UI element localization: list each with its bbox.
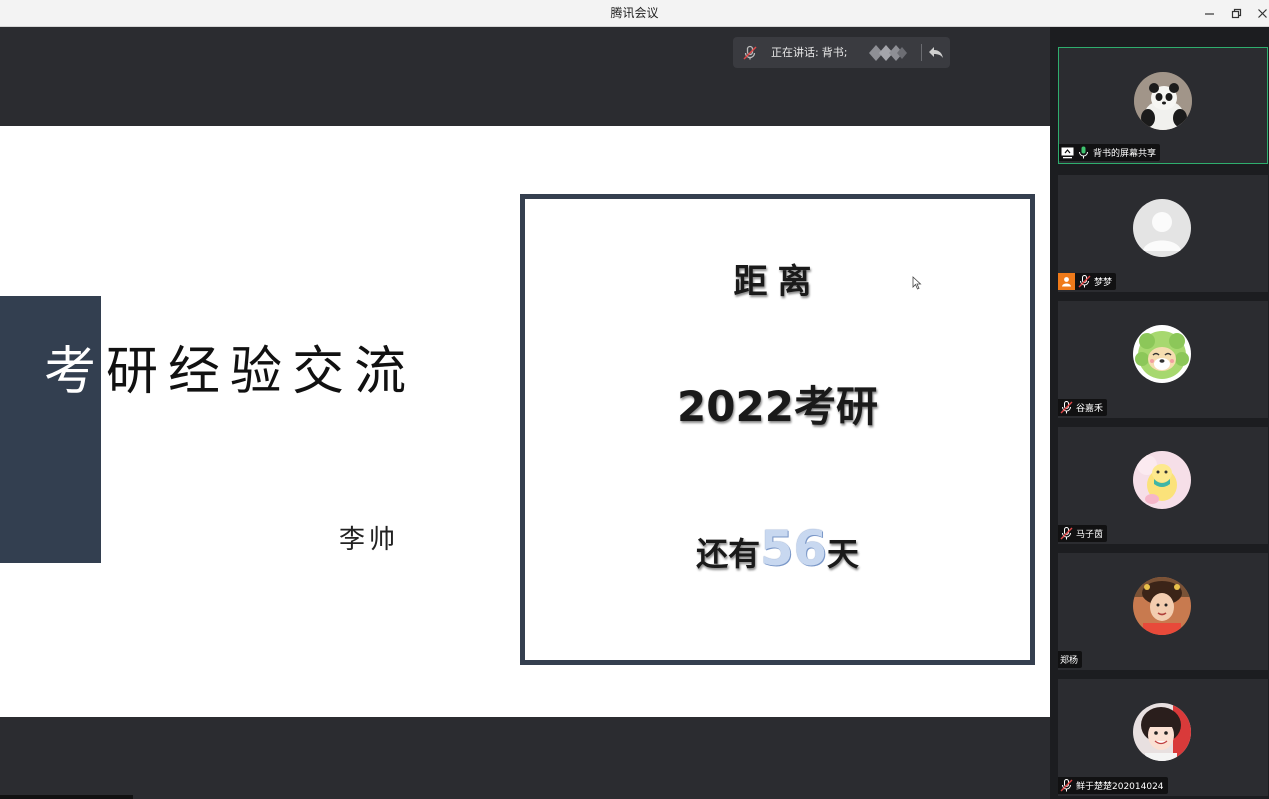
title-bar: 腾讯会议 bbox=[0, 0, 1269, 27]
participant-tile[interactable]: 马子茵 bbox=[1058, 427, 1268, 544]
participant-nametag: 马子茵 bbox=[1058, 525, 1108, 542]
slide-title: 考研经验交流 bbox=[44, 341, 464, 403]
avatar bbox=[1133, 325, 1191, 383]
avatar bbox=[1133, 451, 1191, 509]
cabbage-dog-avatar-icon bbox=[1133, 325, 1191, 383]
participant-nametag: 背书的屏幕共享 bbox=[1059, 144, 1161, 161]
countdown-heading: 距离 bbox=[733, 262, 822, 302]
participant-name: 鲜于楚楚202014024 bbox=[1076, 782, 1164, 792]
participant-tile[interactable]: 梦梦 bbox=[1058, 175, 1268, 292]
participant-name: 梦梦 bbox=[1094, 278, 1113, 288]
muted-mic-icon bbox=[743, 45, 757, 60]
avatar bbox=[1133, 577, 1191, 635]
mic-muted-icon bbox=[1060, 779, 1073, 792]
countdown-days: 还有56天 bbox=[525, 521, 1030, 577]
title-char: 研 bbox=[106, 342, 169, 402]
close-icon bbox=[1257, 9, 1267, 18]
participant-name: 背书的屏幕共享 bbox=[1093, 149, 1157, 159]
meeting-window: 腾讯会议 正在讲话: 背书; 考研经验交流 李帅 距离 2022考研 还有56天… bbox=[0, 0, 1269, 799]
title-char: 交 bbox=[292, 342, 355, 402]
mic-muted-icon bbox=[1060, 401, 1073, 414]
avatar bbox=[1134, 72, 1192, 130]
restore-icon bbox=[1231, 8, 1241, 19]
speaking-indicator: 正在讲话: 背书; bbox=[733, 37, 950, 68]
minimize-icon bbox=[1204, 13, 1214, 15]
participant-name: 马子茵 bbox=[1076, 530, 1104, 540]
participant-list: 背书的屏幕共享 梦梦 谷嘉禾 马子茵 郑杨 鲜于楚楚202014024 bbox=[1050, 27, 1269, 799]
participant-name: 谷嘉禾 bbox=[1076, 404, 1104, 414]
avatar bbox=[1133, 703, 1191, 761]
bottom-strip bbox=[0, 795, 133, 799]
close-button[interactable] bbox=[1249, 0, 1269, 27]
title-char: 流 bbox=[354, 342, 417, 402]
title-char: 验 bbox=[230, 342, 293, 402]
participant-tile[interactable]: 郑杨 bbox=[1058, 553, 1268, 670]
speaker-name: 背书; bbox=[821, 46, 848, 59]
back-arrow-icon[interactable] bbox=[927, 44, 945, 61]
participant-tile[interactable]: 背书的屏幕共享 bbox=[1058, 47, 1268, 164]
slide-accent-block bbox=[0, 296, 101, 563]
default-person-icon bbox=[1133, 199, 1191, 257]
girl-portrait-avatar-icon bbox=[1133, 577, 1191, 635]
participant-tile[interactable]: 鲜于楚楚202014024 bbox=[1058, 679, 1268, 796]
participant-tile[interactable]: 谷嘉禾 bbox=[1058, 301, 1268, 418]
participant-nametag: 谷嘉禾 bbox=[1058, 399, 1108, 416]
screen-share-icon bbox=[1061, 147, 1074, 159]
participant-nametag: 鲜于楚楚202014024 bbox=[1058, 777, 1168, 794]
title-char: 考 bbox=[44, 342, 107, 402]
presentation-slide: 考研经验交流 李帅 距离 2022考研 还有56天 bbox=[0, 126, 1050, 717]
speaker-avatars-icon bbox=[869, 45, 907, 61]
host-user-icon bbox=[1058, 273, 1075, 290]
chick-mask-avatar-icon bbox=[1133, 451, 1191, 509]
window-title: 腾讯会议 bbox=[610, 6, 659, 20]
participant-nametag: 梦梦 bbox=[1058, 273, 1117, 290]
mouse-cursor-icon bbox=[912, 276, 922, 290]
title-char: 经 bbox=[168, 342, 231, 402]
minimize-button[interactable] bbox=[1196, 0, 1222, 27]
restore-button[interactable] bbox=[1223, 0, 1249, 27]
shared-screen[interactable]: 正在讲话: 背书; 考研经验交流 李帅 距离 2022考研 还有56天 bbox=[0, 27, 1050, 799]
mic-on-icon bbox=[1079, 146, 1088, 159]
mic-muted-icon bbox=[1060, 527, 1073, 540]
countdown-prefix: 还有 bbox=[696, 535, 761, 573]
slide-author: 李帅 bbox=[339, 525, 400, 555]
countdown-box: 距离 2022考研 还有56天 bbox=[520, 194, 1035, 665]
avatar bbox=[1133, 199, 1191, 257]
speaking-divider bbox=[921, 44, 922, 61]
girl-smile-avatar-icon bbox=[1133, 703, 1191, 761]
mic-muted-icon bbox=[1078, 275, 1091, 288]
participant-name: 郑杨 bbox=[1060, 656, 1079, 666]
countdown-exam: 2022考研 bbox=[677, 382, 878, 431]
participant-nametag: 郑杨 bbox=[1058, 651, 1083, 668]
speaking-label: 正在讲话: 背书; bbox=[771, 37, 847, 68]
panda-avatar-icon bbox=[1134, 72, 1192, 130]
speaking-prefix: 正在讲话: bbox=[771, 46, 819, 59]
countdown-suffix: 天 bbox=[826, 535, 859, 573]
countdown-number: 56 bbox=[760, 521, 827, 577]
